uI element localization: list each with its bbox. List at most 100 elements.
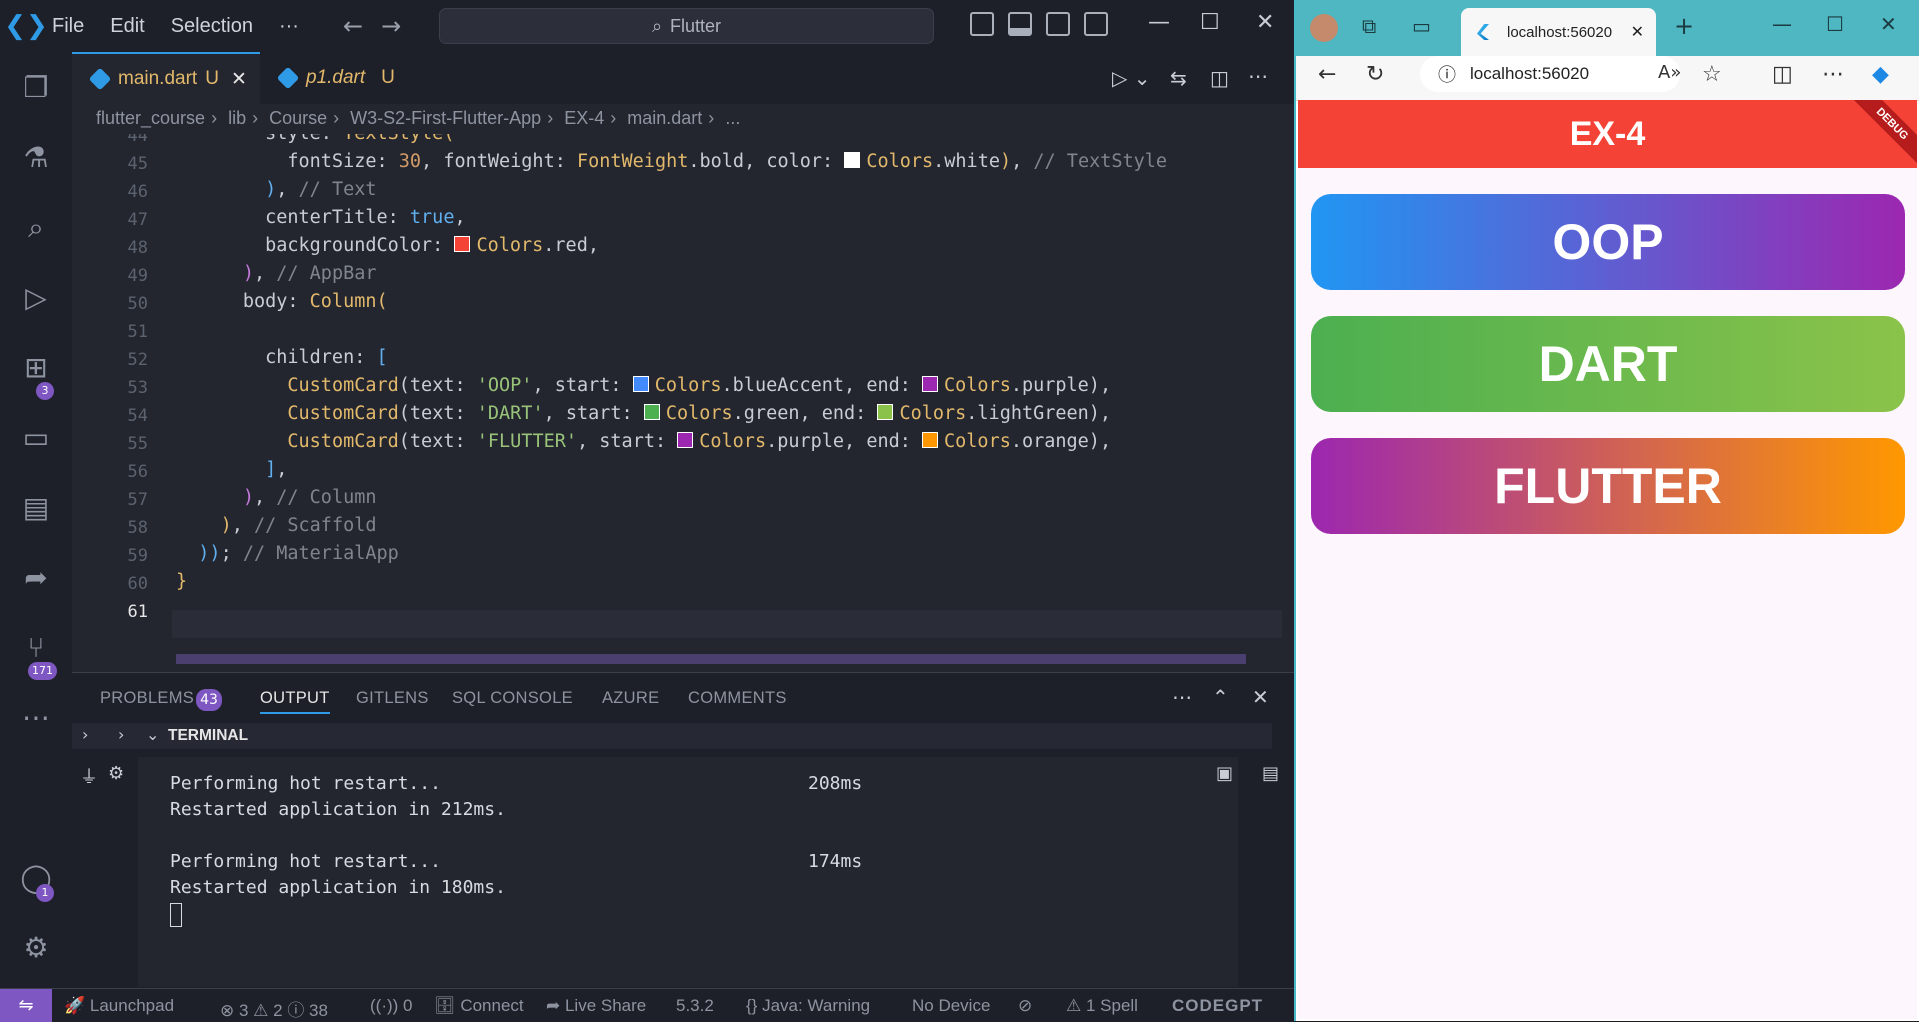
browser-tab[interactable]: localhost:56020 ✕ (1461, 8, 1656, 56)
split-screen-icon[interactable]: ◫ (1772, 62, 1793, 87)
address-text: localhost:56020 (1470, 64, 1590, 83)
code-line: )); // MaterialApp (198, 543, 399, 564)
close-panel-icon[interactable]: ✕ (1252, 685, 1269, 709)
tab-status: U (205, 68, 219, 89)
tab-main-dart[interactable]: main.dart U ✕ (72, 52, 260, 104)
close-window-icon[interactable]: ✕ (1256, 10, 1274, 35)
chevron-right-icon[interactable]: › (82, 725, 88, 744)
horizontal-scrollbar[interactable] (176, 654, 1246, 664)
address-bar[interactable]: ⓘ localhost:56020 (1420, 56, 1680, 92)
line-number: 50 (127, 294, 148, 314)
browser-window: ⧉ ▭ localhost:56020 ✕ + — ☐ ✕ ← ↻ ⓘ loca… (1294, 0, 1919, 1021)
browser-minimize-icon[interactable]: — (1772, 12, 1792, 36)
command-search[interactable]: ⌕ Flutter (439, 8, 934, 44)
menu-file[interactable]: File (52, 15, 84, 38)
breadcrumb-item[interactable]: Course (269, 108, 327, 128)
tab-azure[interactable]: AZURE (602, 689, 659, 708)
breadcrumb-item[interactable]: lib (228, 108, 246, 128)
breadcrumb-item[interactable]: EX-4 (564, 108, 604, 128)
toggle-secondary-sidebar-icon[interactable] (1046, 12, 1070, 36)
code-line: ), // Column (242, 487, 377, 508)
menu-selection[interactable]: Selection (171, 15, 253, 38)
panel-more-icon[interactable]: ⋯ (1172, 685, 1192, 709)
toggle-primary-sidebar-icon[interactable] (970, 12, 994, 36)
toggle-panel-icon[interactable] (1008, 12, 1032, 36)
device-status[interactable]: No Device (912, 996, 990, 1016)
breadcrumb-item[interactable]: flutter_course (96, 108, 205, 128)
terminal-output[interactable]: Performing hot restart... 208ms Restarte… (138, 757, 1238, 987)
remote-indicator-icon[interactable]: ⇋ (0, 989, 52, 1022)
code-editor[interactable]: 44 45 46 47 48 49 50 51 52 53 54 55 56 5… (72, 134, 1294, 664)
spell-status[interactable]: ⚠ 1 Spell (1066, 996, 1138, 1016)
close-browser-tab-icon[interactable]: ✕ (1631, 22, 1644, 42)
chevron-right-icon[interactable]: › (118, 725, 124, 744)
minimize-icon[interactable]: — (1148, 10, 1170, 35)
browser-maximize-icon[interactable]: ☐ (1826, 12, 1844, 36)
extensions-icon[interactable]: ⊞ (18, 350, 54, 386)
profile-avatar[interactable] (1310, 14, 1338, 42)
terminal-tools-icon[interactable]: ⚙ (108, 763, 124, 784)
tab-output[interactable]: OUTPUT (260, 689, 330, 714)
docker-icon[interactable]: ▤ (18, 490, 54, 526)
tab-p1-dart[interactable]: p1.dart U (276, 52, 440, 104)
more-views-icon[interactable]: ⋯ (18, 700, 54, 736)
read-aloud-icon[interactable]: A» (1658, 62, 1681, 83)
chevron-down-icon[interactable]: ⌄ (146, 725, 159, 744)
breadcrumb-item[interactable]: W3-S2-First-Flutter-App (350, 108, 541, 128)
warning-count: 2 (273, 1001, 283, 1020)
remote-explorer-icon[interactable]: ▭ (18, 420, 54, 456)
testing-flask-icon[interactable]: ⚗ (18, 140, 54, 176)
vscode-window: ❮❯ File Edit Selection ··· ← → ⌕ Flutter… (0, 0, 1294, 1022)
new-tab-icon[interactable]: + (1674, 12, 1694, 40)
clipboard-icon[interactable]: ▤ (1262, 763, 1279, 784)
forward-arrow-icon[interactable]: → (381, 12, 401, 40)
launchpad-status[interactable]: 🚀 Launchpad (64, 996, 174, 1016)
terminal-icon[interactable]: ▣ (1216, 763, 1233, 784)
workspaces-icon[interactable]: ⧉ (1362, 14, 1376, 38)
tab-comments[interactable]: COMMENTS (688, 689, 787, 708)
tab-sql-console[interactable]: SQL CONSOLE (452, 689, 573, 708)
breadcrumb-item[interactable]: ... (725, 108, 740, 128)
java-status[interactable]: {} Java: Warning (746, 996, 870, 1016)
search-sidebar-icon[interactable]: ⌕ (18, 210, 54, 246)
ports-status[interactable]: ((·)) 0 (370, 996, 413, 1016)
dart-file-icon (276, 66, 300, 90)
run-icon[interactable]: ▷ ⌄ (1112, 66, 1151, 90)
favorite-star-icon[interactable]: ☆ (1702, 62, 1722, 87)
copilot-browser-icon[interactable]: ◆ (1872, 62, 1889, 87)
live-share-icon[interactable]: ➦ (18, 560, 54, 596)
tab-actions-icon[interactable]: ▭ (1412, 14, 1431, 38)
back-arrow-icon[interactable]: ← (343, 12, 363, 40)
run-debug-icon[interactable]: ▷ (18, 280, 54, 316)
menu-edit[interactable]: Edit (110, 15, 144, 38)
customize-layout-icon[interactable] (1084, 12, 1108, 36)
version-status[interactable]: 5.3.2 (676, 996, 714, 1016)
split-editor-icon[interactable]: ◫ (1210, 66, 1229, 90)
menu-more[interactable]: ··· (279, 15, 299, 38)
maximize-icon[interactable]: ☐ (1200, 10, 1220, 35)
tab-gitlens[interactable]: GITLENS (356, 689, 429, 708)
explorer-icon[interactable]: ❐ (18, 70, 54, 106)
live-share-status[interactable]: ➦ Live Share (546, 996, 646, 1016)
refresh-icon[interactable]: ↻ (1366, 62, 1384, 87)
browser-menu-icon[interactable]: ⋯ (1822, 62, 1844, 87)
close-tab-icon[interactable]: ✕ (231, 68, 247, 91)
plug-icon[interactable]: ⏚ (80, 763, 98, 789)
problems-status[interactable]: ⊗ 3 ⚠ 2 ⓘ 38 (220, 996, 328, 1021)
source-control-icon[interactable]: ⑂ (18, 630, 54, 666)
maximize-panel-icon[interactable]: ⌃ (1212, 685, 1229, 709)
vscode-logo-icon: ❮❯ (4, 11, 48, 41)
breadcrumb-item[interactable]: main.dart (627, 108, 702, 128)
card-label: FLUTTER (1494, 458, 1722, 514)
browser-back-icon[interactable]: ← (1318, 62, 1336, 87)
compare-changes-icon[interactable]: ⇆ (1170, 66, 1187, 90)
codegpt-status[interactable]: CODEGPT (1172, 996, 1263, 1016)
tab-problems[interactable]: PROBLEMS (100, 689, 194, 708)
terminal-title[interactable]: TERMINAL (168, 727, 248, 745)
copilot-icon[interactable]: ⊘ (1018, 996, 1032, 1016)
editor-more-icon[interactable]: ⋯ (1248, 64, 1268, 88)
connect-status[interactable]: 🗄 Connect (434, 996, 524, 1016)
browser-close-icon[interactable]: ✕ (1880, 12, 1897, 36)
ports-count: 0 (403, 996, 413, 1015)
settings-gear-icon[interactable]: ⚙ (18, 930, 54, 966)
